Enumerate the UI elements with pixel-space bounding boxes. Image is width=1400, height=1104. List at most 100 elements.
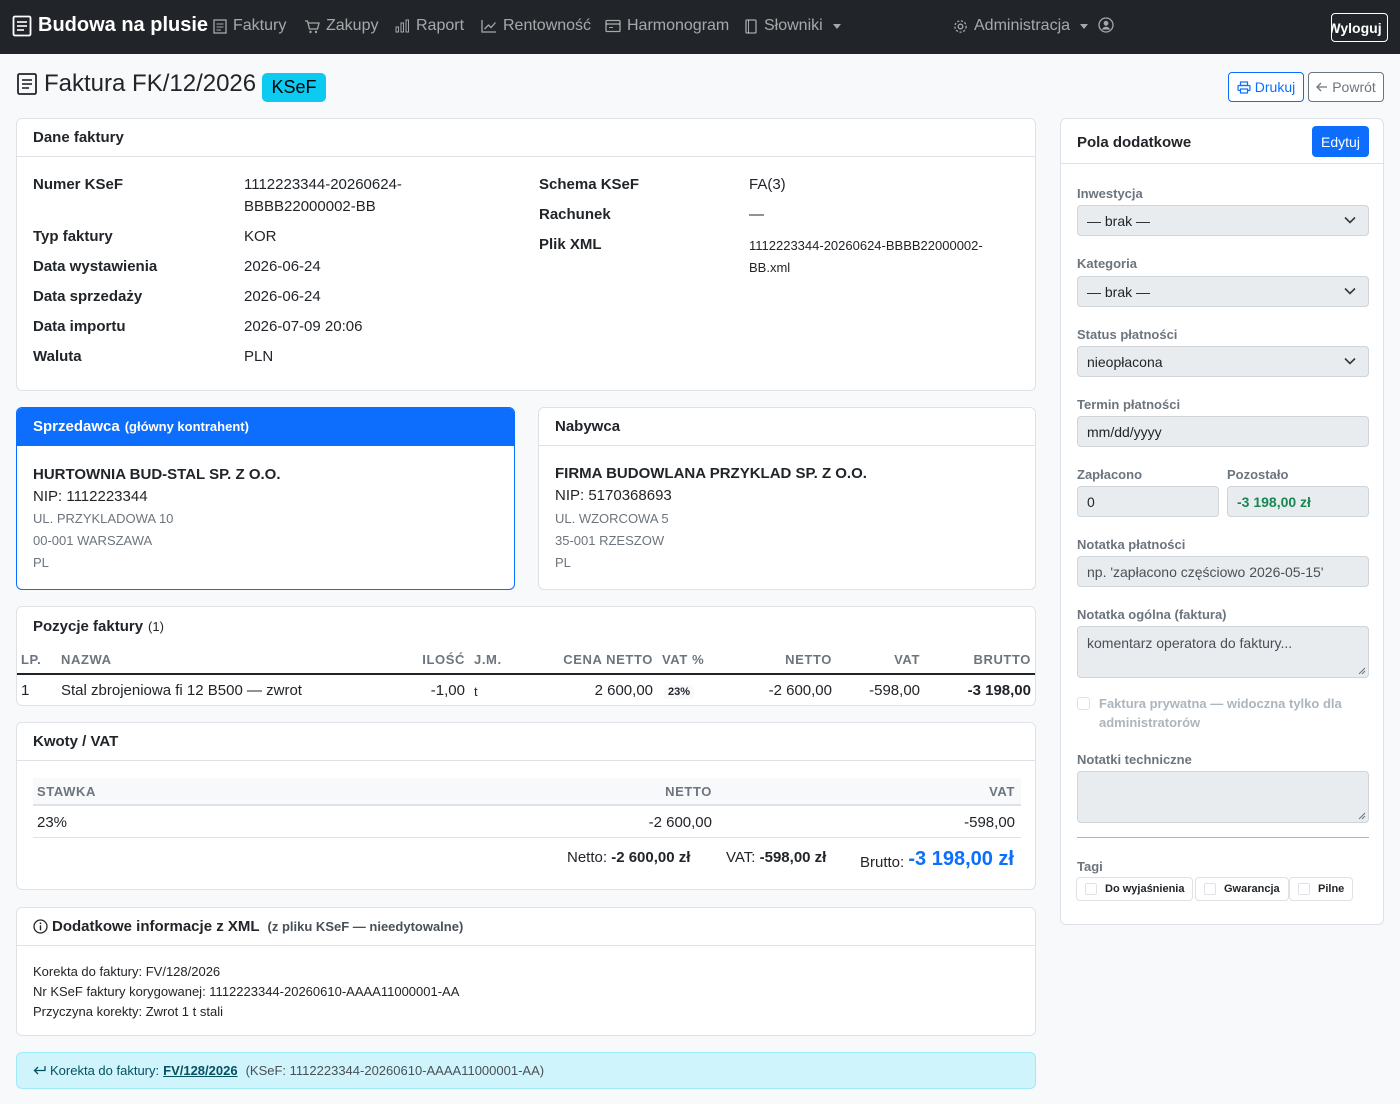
tags-divider <box>1077 837 1369 838</box>
nav-item-faktury[interactable]: Faktury <box>213 17 286 35</box>
buyer-nip: NIP: 5170368693 <box>555 487 672 504</box>
items-col-gross: BRUTTO <box>973 652 1031 667</box>
nav-item-slowniki[interactable]: Słowniki <box>744 17 841 35</box>
buyer-header: Nabywca <box>539 408 1035 446</box>
general-note-label: Notatka ogólna (faktura) <box>1077 607 1227 622</box>
arrow-left-icon <box>1316 82 1328 92</box>
nav-item-zakupy[interactable]: Zakupy <box>304 17 378 35</box>
vat-total-value: -598,00 zł <box>759 849 827 866</box>
seller-street: UL. PRZYKLADOWA 10 <box>33 511 174 526</box>
category-select[interactable]: — brak — <box>1077 276 1369 307</box>
correction-invoice-link[interactable]: FV/128/2026 <box>163 1063 237 1078</box>
payment-status-select[interactable]: nieopłacona <box>1077 346 1369 377</box>
tag-pilne[interactable]: Pilne <box>1289 877 1354 901</box>
row-vat: -598,00 <box>869 682 920 699</box>
buyer-city: 35-001 RZESZOW <box>555 533 665 548</box>
user-menu[interactable] <box>1098 17 1114 33</box>
general-note-textarea[interactable]: komentarz operatora do faktury... <box>1077 626 1369 678</box>
import-date-value: 2026-07-09 20:06 <box>244 318 363 335</box>
tech-notes-textarea[interactable] <box>1077 771 1369 823</box>
nav-item-rentownosc[interactable]: Rentowność <box>481 17 591 35</box>
resize-handle-icon[interactable] <box>1358 667 1366 675</box>
gross-total-label: Brutto: <box>860 854 905 871</box>
print-label: Drukuj <box>1254 79 1296 95</box>
currency-label: Waluta <box>33 348 82 365</box>
resize-handle-icon[interactable] <box>1358 812 1366 820</box>
items-count: (1) <box>148 618 164 634</box>
account-label: Rachunek <box>539 206 611 223</box>
gear-icon <box>953 19 968 34</box>
tag-do-wyjasnienia[interactable]: Do wyjaśnienia <box>1076 877 1194 901</box>
calendar-icon <box>605 19 621 33</box>
brand-label: Budowa na plusie <box>38 14 209 36</box>
correction-suffix: (KSeF: 1112223344-20260610-AAAA11000001-… <box>245 1063 545 1078</box>
vat-net-total: Netto: -2 600,00 zł <box>567 849 690 866</box>
paid-label: Zapłacono <box>1077 467 1143 482</box>
seller-country: PL <box>33 555 49 570</box>
tag-gwarancja[interactable]: Gwarancja <box>1195 877 1289 901</box>
private-invoice-label: Faktura prywatna — widoczna tylko dla ad… <box>1099 694 1342 732</box>
print-button[interactable]: Drukuj <box>1228 72 1304 102</box>
invoice-icon <box>213 18 227 34</box>
items-col-unit: J.M. <box>474 652 502 667</box>
items-header-title: Pozycje faktury <box>33 617 144 635</box>
tech-notes-label: Notatki techniczne <box>1077 752 1192 767</box>
net-total-label: Netto: <box>567 849 608 866</box>
invoice-details-card: Dane faktury Numer KSeF 1112223344-20260… <box>16 118 1036 391</box>
items-col-price: CENA NETTO <box>563 652 653 667</box>
xml-info-line: Korekta do faktury: FV/128/2026 <box>33 964 221 979</box>
items-col-qty: ILOŚĆ <box>422 652 465 667</box>
remaining-value: -3 198,00 zł <box>1227 486 1369 517</box>
items-col-net: NETTO <box>785 652 832 667</box>
page-title-text: Faktura FK/12/2026 <box>44 70 257 97</box>
xml-file-line1[interactable]: 1112223344-20260624-BBBB22000002- <box>749 238 983 253</box>
ksef-badge: KSeF <box>262 73 326 102</box>
logout-button[interactable]: Wyloguj <box>1331 13 1388 42</box>
chevron-down-icon <box>1344 216 1356 224</box>
investment-select[interactable]: — brak — <box>1077 205 1369 236</box>
due-date-input[interactable]: mm/dd/yyyy <box>1077 416 1369 447</box>
category-value: — brak — <box>1087 283 1151 300</box>
items-col-vat: VAT <box>894 652 920 667</box>
investment-value: — brak — <box>1087 212 1151 229</box>
ksef-number-line1: 1112223344-20260624- <box>244 176 402 193</box>
vat-header: Kwoty / VAT <box>17 723 1035 761</box>
tag-checkbox[interactable] <box>1085 883 1097 895</box>
seller-city: 00-001 WARSZAWA <box>33 533 153 548</box>
extra-fields-card: Pola dodatkowe Edytuj Inwestycja — brak … <box>1060 118 1384 925</box>
xml-info-card: Dodatkowe informacje z XML (z pliku KSeF… <box>16 907 1036 1036</box>
vat-total-label: VAT: <box>726 849 756 866</box>
buyer-street: UL. WZORCOWA 5 <box>555 511 669 526</box>
cart-icon <box>304 19 320 34</box>
nav-item-administracja[interactable]: Administracja <box>953 17 1089 35</box>
vat-divider <box>33 837 1021 838</box>
invoice-icon <box>16 72 38 96</box>
vat-vat-total: VAT: -598,00 zł <box>726 849 826 866</box>
row-vat-rate-badge: 23% <box>664 685 695 699</box>
nav-item-harmonogram[interactable]: Harmonogram <box>605 17 729 35</box>
xml-file-line2[interactable]: BB.xml <box>749 260 790 275</box>
general-note-placeholder: komentarz operatora do faktury... <box>1087 635 1293 651</box>
items-col-lp: LP. <box>21 652 42 667</box>
brand[interactable]: Budowa na plusie <box>12 14 208 37</box>
payment-note-input[interactable]: np. 'zapłacono częściowo 2026-05-15' <box>1077 556 1369 587</box>
back-button[interactable]: Powrót <box>1308 72 1384 102</box>
paid-input[interactable]: 0 <box>1077 486 1219 517</box>
nav-item-raport[interactable]: Raport <box>395 17 464 35</box>
tag-checkbox[interactable] <box>1298 883 1310 895</box>
private-invoice-checkbox[interactable] <box>1077 697 1090 710</box>
remaining-label: Pozostało <box>1227 467 1289 482</box>
row-lp: 1 <box>21 682 30 699</box>
tags-label: Tagi <box>1077 859 1103 874</box>
vat-col-net: NETTO <box>665 784 712 799</box>
vat-row-rate: 23% <box>37 814 68 831</box>
edit-button[interactable]: Edytuj <box>1312 126 1369 157</box>
back-label: Powrót <box>1332 79 1376 95</box>
issue-date-label: Data wystawienia <box>33 258 158 275</box>
seller-name: HURTOWNIA BUD-STAL SP. Z O.O. <box>33 466 281 483</box>
schema-label: Schema KSeF <box>539 176 640 193</box>
row-unit: t <box>474 684 478 699</box>
tag-checkbox[interactable] <box>1204 883 1216 895</box>
ksef-number-label: Numer KSeF <box>33 176 124 193</box>
navbar: Budowa na plusie Faktury Zakupy Raport R… <box>0 0 1400 54</box>
